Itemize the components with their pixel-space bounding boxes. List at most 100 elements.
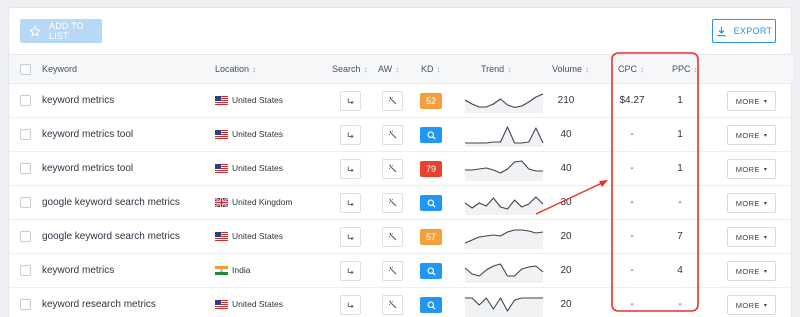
volume-cell: 20 — [560, 265, 572, 276]
table-header: Keyword Location ↕ Search ↕ AW ↕ KD ↕ Trend ↕… — [9, 54, 793, 84]
kd-check-button[interactable] — [420, 195, 442, 211]
kd-check-button[interactable] — [420, 263, 442, 279]
row-checkbox[interactable] — [20, 197, 31, 208]
trend-sparkline — [464, 196, 544, 215]
flag-in-icon — [215, 265, 228, 275]
more-button[interactable]: MORE ▾ — [727, 295, 776, 315]
aw-magic-wand-button[interactable] — [382, 159, 403, 179]
aw-magic-wand-button[interactable] — [382, 295, 403, 315]
search-serp-button[interactable] — [340, 125, 361, 145]
row-checkbox[interactable] — [20, 231, 31, 242]
row-checkbox[interactable] — [20, 95, 31, 106]
keyword-cell[interactable]: keyword research metrics — [42, 299, 156, 310]
kd-badge[interactable]: 79 — [420, 161, 442, 177]
more-button[interactable]: MORE ▾ — [727, 125, 776, 145]
magic-wand-icon — [388, 130, 396, 139]
table-row[interactable]: keyword research metrics United States 20 -… — [9, 288, 793, 317]
row-checkbox[interactable] — [20, 265, 31, 276]
more-button[interactable]: MORE ▾ — [727, 193, 776, 213]
header-kd[interactable]: KD ↕ — [421, 55, 441, 83]
keyword-cell[interactable]: keyword metrics — [42, 95, 114, 106]
search-serp-button[interactable] — [340, 159, 361, 179]
pin-icon[interactable]: ↕ — [395, 65, 399, 74]
select-all-checkbox-cell[interactable] — [20, 55, 31, 83]
location-cell: United States — [215, 163, 283, 173]
keyword-cell[interactable]: keyword metrics tool — [42, 163, 133, 174]
search-serp-button[interactable] — [340, 261, 361, 281]
chevron-down-icon: ▾ — [763, 132, 768, 139]
pin-icon[interactable]: ↕ — [640, 65, 644, 74]
keyword-cell[interactable]: keyword metrics — [42, 265, 114, 276]
header-aw[interactable]: AW ↕ — [378, 55, 399, 83]
magic-wand-icon — [388, 300, 396, 309]
more-button[interactable]: MORE ▾ — [727, 261, 776, 281]
location-cell: United States — [215, 299, 283, 309]
trend-area — [465, 94, 543, 113]
search-icon — [426, 266, 436, 276]
ppc-cell: 1 — [677, 95, 683, 106]
volume-cell: 40 — [560, 129, 572, 140]
ppc-cell: 1 — [677, 163, 683, 174]
pin-icon[interactable]: ↕ — [437, 65, 441, 74]
trend-area — [465, 230, 543, 249]
header-keyword[interactable]: Keyword — [42, 55, 77, 83]
pin-icon[interactable]: ↕ — [585, 65, 589, 74]
header-volume[interactable]: Volume ↕ — [552, 55, 589, 83]
location-label: India — [232, 265, 251, 275]
more-button[interactable]: MORE ▾ — [727, 91, 776, 111]
header-ppc[interactable]: PPC ↕ — [672, 55, 698, 83]
table-row[interactable]: keyword metrics United States 52 210 $4.27 1 M… — [9, 84, 793, 118]
aw-magic-wand-button[interactable] — [382, 261, 403, 281]
search-serp-button[interactable] — [340, 295, 361, 315]
volume-cell: 20 — [560, 231, 572, 242]
kd-badge[interactable]: 52 — [420, 93, 442, 109]
row-checkbox[interactable] — [20, 129, 31, 140]
aw-magic-wand-button[interactable] — [382, 193, 403, 213]
export-label: EXPORT — [733, 26, 773, 36]
pin-icon[interactable]: ↕ — [364, 65, 368, 74]
aw-magic-wand-button[interactable] — [382, 125, 403, 145]
search-serp-button[interactable] — [340, 227, 361, 247]
table-row[interactable]: keyword metrics tool United States 40 - 1 MOR… — [9, 118, 793, 152]
keyword-results-panel: ADD TO LIST EXPORT Keyword Location ↕ Sea… — [8, 7, 793, 317]
header-location[interactable]: Location ↕ — [215, 55, 256, 83]
aw-magic-wand-button[interactable] — [382, 91, 403, 111]
search-serp-button[interactable] — [340, 193, 361, 213]
export-button[interactable]: EXPORT — [712, 19, 776, 43]
magic-wand-icon — [388, 198, 396, 207]
magic-wand-icon — [388, 266, 396, 275]
location-label: United States — [232, 95, 284, 105]
location-cell: United States — [215, 231, 283, 241]
kd-check-button[interactable] — [420, 127, 442, 143]
more-button[interactable]: MORE ▾ — [727, 227, 776, 247]
keyword-cell[interactable]: google keyword search metrics — [42, 197, 180, 208]
flag-us-icon — [215, 95, 228, 105]
row-checkbox[interactable] — [20, 299, 31, 310]
table-row[interactable]: keyword metrics tool United States 79 40 - 1 M… — [9, 152, 793, 186]
table-row[interactable]: google keyword search metrics United Stat… — [9, 220, 793, 254]
search-serp-button[interactable] — [340, 91, 361, 111]
add-to-list-button[interactable]: ADD TO LIST — [20, 19, 102, 43]
table-row[interactable]: google keyword search metrics United King… — [9, 186, 793, 220]
chevron-down-icon: ▾ — [763, 98, 768, 105]
table-row[interactable]: keyword metrics India 20 - 4 MORE ▾ — [9, 254, 793, 288]
keyword-cell[interactable]: keyword metrics tool — [42, 129, 133, 140]
pin-icon[interactable]: ↕ — [507, 65, 511, 74]
kd-check-button[interactable] — [420, 297, 442, 313]
kd-badge[interactable]: 57 — [420, 229, 442, 245]
keyword-cell[interactable]: google keyword search metrics — [42, 231, 180, 242]
cpc-cell: - — [630, 129, 634, 140]
pin-icon[interactable]: ↕ — [694, 65, 698, 74]
select-all-checkbox[interactable] — [20, 63, 31, 75]
more-label: MORE — [735, 266, 760, 276]
add-to-list-label: ADD TO LIST — [49, 21, 84, 41]
more-button[interactable]: MORE ▾ — [727, 159, 776, 179]
cpc-cell: - — [630, 265, 634, 276]
header-trend[interactable]: Trend ↕ — [481, 55, 511, 83]
pin-icon[interactable]: ↕ — [252, 65, 256, 74]
header-cpc[interactable]: CPC ↕ — [618, 55, 644, 83]
ppc-cell: 4 — [677, 265, 683, 276]
header-search[interactable]: Search ↕ — [332, 55, 368, 83]
row-checkbox[interactable] — [20, 163, 31, 174]
aw-magic-wand-button[interactable] — [382, 227, 403, 247]
